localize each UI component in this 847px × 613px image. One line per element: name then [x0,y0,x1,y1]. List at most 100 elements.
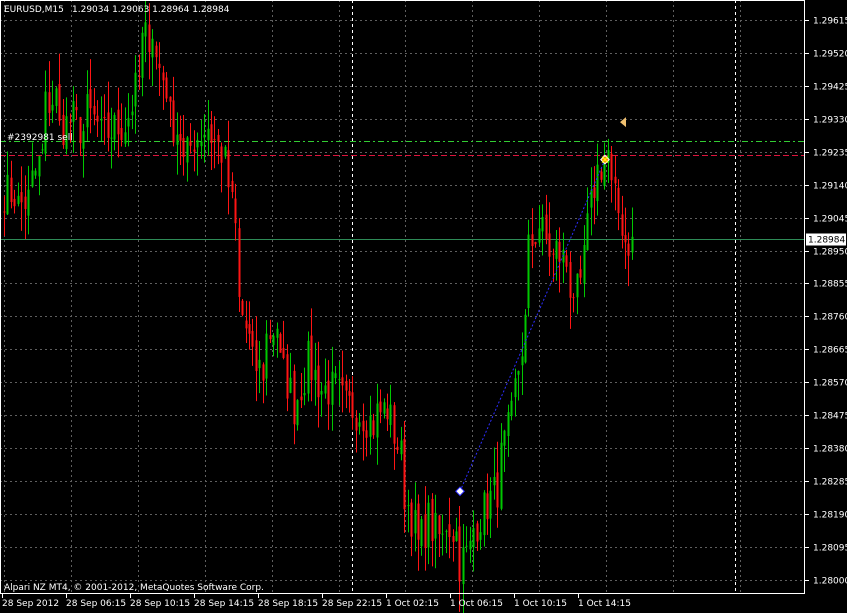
candle-bull[interactable] [427,502,430,548]
candle-bull[interactable] [44,91,47,154]
candle-bear[interactable] [327,380,330,405]
candle-bull[interactable] [151,38,154,58]
candle-bear[interactable] [20,192,23,203]
candle-bull[interactable] [400,440,403,455]
candle-bear[interactable] [120,128,123,141]
candle-bull[interactable] [420,519,423,547]
candle-bear[interactable] [251,330,254,347]
candle-bull[interactable] [455,531,458,541]
candle-bear[interactable] [431,498,434,542]
candle-bear[interactable] [417,503,420,540]
candle-bull[interactable] [493,477,496,486]
candle-bull[interactable] [100,118,103,121]
candle-bull[interactable] [434,512,437,539]
candle-bear[interactable] [531,234,534,247]
candle-bull[interactable] [31,170,34,187]
candle-bear[interactable] [438,515,441,535]
candle-bull[interactable] [527,234,530,309]
candle-bull[interactable] [110,137,113,139]
candle-bear[interactable] [355,417,358,431]
candle-bear[interactable] [103,117,106,119]
candle-bear[interactable] [231,180,234,193]
candle-bull[interactable] [369,415,372,437]
candle-bull[interactable] [303,392,306,396]
candle-bull[interactable] [507,412,510,437]
candle-bear[interactable] [410,502,413,537]
candle-bull[interactable] [590,189,593,208]
candle-bull[interactable] [272,335,275,346]
candle-bull[interactable] [265,333,268,379]
candle-bear[interactable] [13,198,16,207]
candle-bull[interactable] [521,356,524,366]
candle-bear[interactable] [210,124,213,143]
candle-bear[interactable] [496,472,499,508]
candle-bear[interactable] [172,100,175,143]
candle-bear[interactable] [182,137,185,157]
candle-bear[interactable] [372,420,375,436]
candle-bull[interactable] [124,132,127,144]
candle-bear[interactable] [93,105,96,115]
candle-bear[interactable] [579,269,582,278]
candle-bear[interactable] [393,405,396,444]
candle-bull[interactable] [224,146,227,157]
candle-bear[interactable] [117,109,120,135]
candle-bull[interactable] [127,118,130,127]
candle-bull[interactable] [586,213,589,251]
candle-bear[interactable] [565,255,568,267]
candle-bull[interactable] [472,528,475,548]
candle-bear[interactable] [165,77,168,99]
candle-bull[interactable] [314,369,317,381]
candle-bull[interactable] [324,385,327,394]
candle-bull[interactable] [541,217,544,232]
candle-bull[interactable] [596,164,599,202]
candle-bear[interactable] [148,24,151,53]
candle-bull[interactable] [479,532,482,540]
candle-bear[interactable] [279,333,282,353]
candle-bear[interactable] [365,430,368,438]
candle-bear[interactable] [213,138,216,140]
candle-bear[interactable] [300,396,303,401]
candle-bear[interactable] [448,524,451,538]
candle-bear[interactable] [552,253,555,255]
candle-bear[interactable] [282,348,285,358]
candle-bull[interactable] [576,273,579,298]
candle-bear[interactable] [593,187,596,198]
candle-bear[interactable] [189,141,192,146]
candle-bear[interactable] [3,211,6,213]
candle-bull[interactable] [134,72,137,107]
candle-bear[interactable] [310,335,313,381]
candle-bull[interactable] [41,149,44,151]
candle-bull[interactable] [503,430,506,446]
candle-bear[interactable] [241,300,244,315]
candle-bull[interactable] [176,134,179,145]
candle-bull[interactable] [6,174,9,215]
candle-bull[interactable] [51,104,54,111]
candle-bull[interactable] [462,547,465,585]
candle-bull[interactable] [144,22,147,37]
candle-bull[interactable] [483,492,486,536]
candle-bull[interactable] [258,359,261,369]
candle-bear[interactable] [362,420,365,432]
candle-bear[interactable] [317,365,320,398]
candle-bull[interactable] [131,111,134,116]
candle-bear[interactable] [617,187,620,214]
candle-bull[interactable] [320,391,323,395]
candle-bear[interactable] [245,320,248,329]
candle-bear[interactable] [217,134,220,142]
candle-bear[interactable] [627,243,630,256]
candle-bear[interactable] [227,150,230,188]
candle-bear[interactable] [486,493,489,520]
candle-bull[interactable] [517,370,520,375]
candle-bear[interactable] [424,514,427,549]
candle-bull[interactable] [17,195,20,204]
candle-bear[interactable] [179,134,182,141]
candle-bear[interactable] [545,214,548,240]
candle-bull[interactable] [34,170,37,176]
candle-bull[interactable] [500,442,503,509]
candle-bear[interactable] [458,526,461,582]
candle-bull[interactable] [383,402,386,414]
candle-bull[interactable] [276,328,279,338]
candle-bear[interactable] [269,335,272,340]
candle-bear[interactable] [476,523,479,542]
candle-bear[interactable] [548,233,551,257]
